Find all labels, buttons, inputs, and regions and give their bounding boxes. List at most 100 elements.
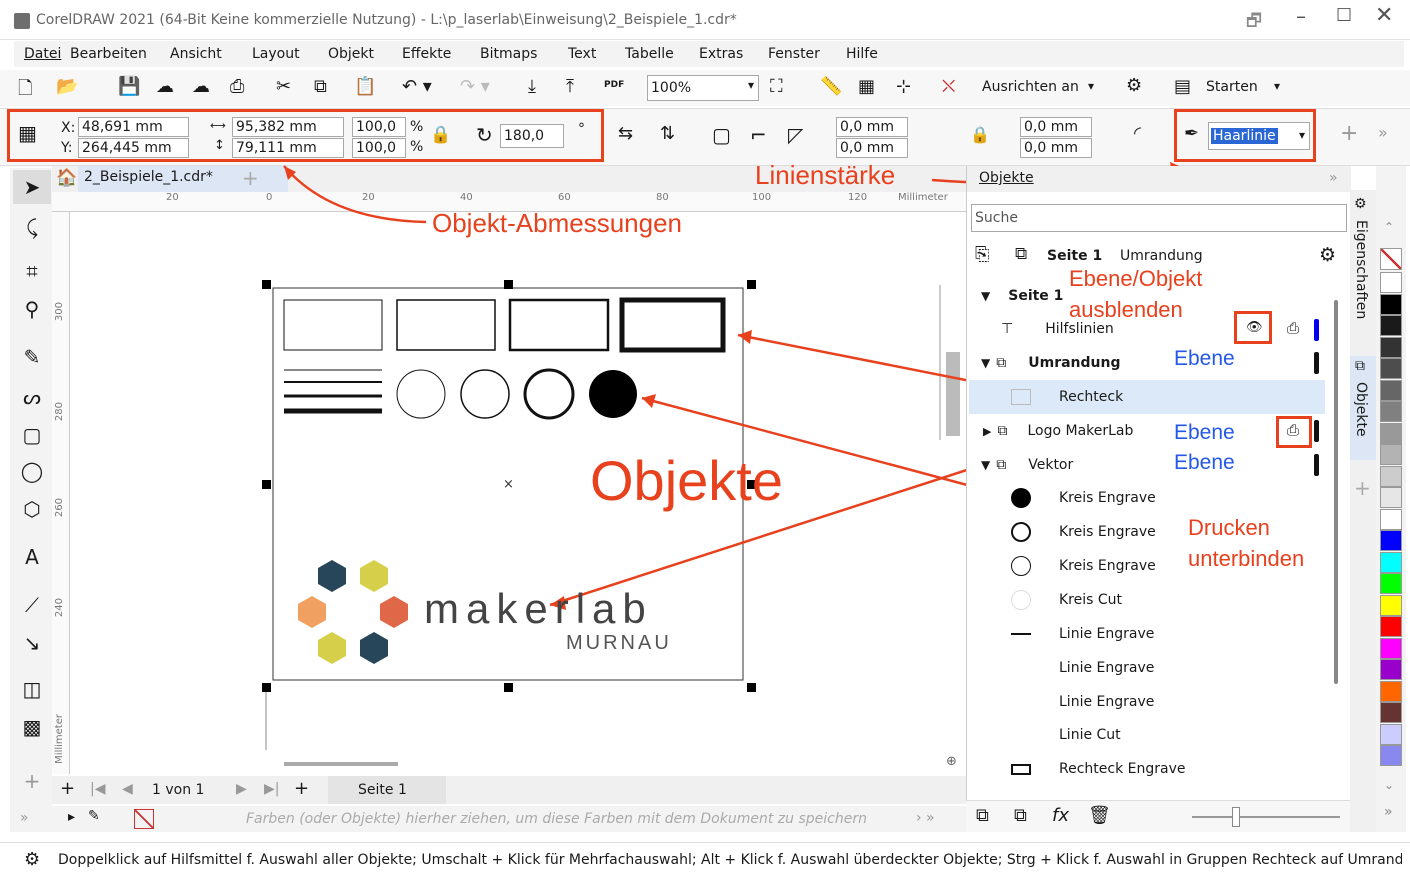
color-swatch[interactable] [1380,723,1402,745]
circle-engrave-1[interactable] [460,369,510,419]
color-swatch[interactable] [1380,551,1402,573]
layer-icon: ⧉ [996,457,1007,473]
status-hint: Doppelklick auf Hilfsmittel f. Auswahl a… [58,852,1248,868]
zoom-slider[interactable] [1192,807,1340,827]
docker-options-gear-icon[interactable]: ⚙ [1319,244,1336,266]
properties-tab-icon[interactable]: ⚙ [1354,196,1367,212]
color-swatch[interactable] [1380,659,1402,680]
tree-scrollbar[interactable] [1334,300,1338,684]
color-swatch[interactable] [1380,702,1402,723]
page-tab[interactable]: Seite 1 [328,776,446,804]
color-swatch[interactable] [1380,465,1402,487]
color-swatch[interactable] [1380,379,1402,401]
side-tabs: ⚙ Eigenschaften ⧉ Objekte + [1350,190,1376,832]
annotation-layer-1: Ebene [1174,347,1235,370]
color-swatch[interactable] [1380,444,1402,465]
rectangle-engrave-3[interactable] [508,298,610,352]
annotation-hide-line2: ausblenden [1069,297,1183,322]
expand-arrow-icon[interactable]: ▼ [981,458,990,472]
color-swatch[interactable] [1380,616,1402,637]
tree-item-linie-engrave[interactable]: Linie Engrave [969,617,1325,651]
layer-manager-view-icon[interactable]: ⎘ [975,244,989,265]
filled-circle-icon [1011,488,1031,508]
palette-down-icon[interactable]: ⌄ [1384,778,1394,792]
status-gear-icon[interactable]: ⚙ [24,849,40,870]
vertical-scrollbar-thumb[interactable] [946,352,960,436]
objects-tab-icon: ⧉ [1355,358,1365,374]
properties-tab[interactable]: Eigenschaften [1353,220,1369,319]
docker-collapse-icon[interactable]: » [1329,170,1338,186]
layer-color-bar [1314,454,1319,476]
visibility-eye-icon[interactable]: 👁 [1246,320,1263,335]
palette-overflow-icon[interactable]: » [1384,804,1393,820]
color-swatch[interactable] [1380,272,1402,293]
palette-no-fill[interactable] [1380,248,1402,270]
makerlab-logo-graphic [298,560,408,664]
layer-icon: ⧉ [997,423,1008,439]
color-swatch[interactable] [1380,637,1402,659]
tree-item-rechteck[interactable]: Rechteck [969,380,1325,414]
color-swatch[interactable] [1380,487,1402,508]
new-master-layer-icon[interactable]: ⧉ [1014,805,1027,826]
print-disabled-icon[interactable]: ⎙ [1287,421,1299,439]
rectangle-engrave-1[interactable] [283,299,383,351]
center-marker: × [503,477,514,492]
annotation-print-line1: Drucken [1188,515,1270,540]
expand-arrow-icon[interactable]: ▼ [981,289,990,303]
palette-menu-icon[interactable]: ▸ [68,809,75,825]
collapse-arrow-icon[interactable]: ▶ [983,425,991,438]
color-swatch[interactable] [1380,293,1402,315]
slider-thumb[interactable] [1232,807,1240,827]
color-swatch[interactable] [1380,745,1402,766]
palette-scroll-icon[interactable]: › » [916,810,935,826]
horizontal-scrollbar-thumb[interactable] [284,762,398,766]
last-page-icon[interactable]: ▶| [264,781,279,797]
circle-engrave-2[interactable] [523,368,575,420]
circle-cut[interactable] [396,369,446,419]
add-page-after-icon[interactable]: + [294,778,309,799]
rectangle-engrave-2[interactable] [396,299,496,351]
next-page-icon[interactable]: ▶ [236,781,247,797]
color-swatch[interactable] [1380,401,1402,422]
tree-item-linie-engrave[interactable]: Linie Engrave [969,651,1325,685]
color-swatch[interactable] [1380,530,1402,551]
color-swatch[interactable] [1380,422,1402,444]
print-toggle-icon[interactable]: ⎙ [1287,319,1299,337]
tree-item-kreis-cut[interactable]: Kreis Cut [969,583,1325,617]
add-page-before-icon[interactable]: + [60,778,75,799]
color-swatch[interactable] [1380,508,1402,530]
color-swatch[interactable] [1380,680,1402,702]
color-swatch[interactable] [1380,573,1402,594]
color-swatch[interactable] [1380,336,1402,358]
rectangle-cut[interactable] [619,297,726,353]
new-layer-icon[interactable]: ⧉ [976,805,989,826]
current-layer-label: Umrandung [1120,248,1203,264]
tree-item-logo-makerlab[interactable]: ▶ ⧉ Logo MakerLab ⎙ [969,414,1325,448]
rectangle-object-icon [1011,389,1031,405]
tree-item-umrandung[interactable]: ▼ ⧉ Umrandung [969,346,1325,380]
objects-search-input[interactable]: Suche [971,204,1347,232]
add-docker-icon[interactable]: + [1354,476,1371,500]
palette-expand-icon[interactable]: » [20,810,29,826]
color-swatch[interactable] [1380,315,1402,336]
tree-item-rechteck-engrave[interactable]: Rechteck Engrave [969,752,1325,786]
tree-item-linie-engrave[interactable]: Linie Engrave [969,685,1325,719]
palette-up-icon[interactable]: ⌃ [1384,220,1394,234]
delete-icon[interactable]: 🗑 [1088,805,1111,826]
no-color-swatch[interactable] [134,809,154,829]
circle-engrave-filled[interactable] [589,370,637,418]
tree-item-vektor[interactable]: ▼ ⧉ Vektor [969,448,1325,482]
tree-item-linie-cut[interactable]: Linie Cut [969,718,1325,752]
eyedropper-icon[interactable]: ✎ [88,808,100,824]
zoom-corner-icon[interactable]: ⊕ [946,754,957,769]
first-page-icon[interactable]: |◀ [90,781,105,797]
tree-item-kreis-engrave[interactable]: Kreis Engrave [969,481,1325,515]
prev-page-icon[interactable]: ◀ [122,781,133,797]
objects-tab[interactable]: ⧉ Objekte [1350,356,1376,460]
expand-arrow-icon[interactable]: ▼ [981,356,990,370]
function-icon[interactable]: fx [1052,805,1069,826]
status-selection: Rechteck auf Umrand [1252,852,1402,868]
tree-item-kreis-engrave[interactable]: Kreis Engrave [969,515,1325,549]
color-swatch[interactable] [1380,358,1402,379]
color-swatch[interactable] [1380,594,1402,616]
